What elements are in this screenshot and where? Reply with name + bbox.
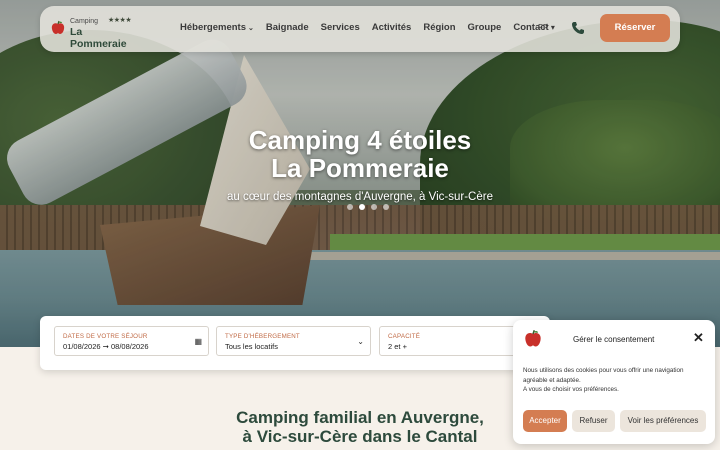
main-menu: Hébergements ⌄ Baignade Services Activité…: [180, 22, 549, 36]
accommodation-type-select[interactable]: Type d'hébergement Tous les locatifs ⌄: [216, 326, 371, 356]
menu-item-activites[interactable]: Activités: [372, 22, 412, 36]
apple-icon: [525, 330, 541, 347]
preferences-button[interactable]: Voir les préférences: [620, 410, 706, 432]
chevron-down-icon: ⌄: [248, 25, 254, 32]
dates-field[interactable]: Dates de votre séjour 01/08/2026 ➞ 08/08…: [54, 326, 209, 356]
reserve-button[interactable]: Réserver: [600, 14, 670, 42]
section-title: Camping familial en Auvergne, à Vic-sur-…: [236, 408, 484, 446]
cookie-consent-dialog: Gérer le consentement ✕ Nous utilisons d…: [513, 320, 715, 444]
menu-item-services[interactable]: Services: [321, 22, 360, 36]
logo-subtitle: Camping: [70, 18, 99, 25]
capacity-value: 2 et +: [388, 342, 407, 351]
logo-stars: ★★★★: [108, 17, 132, 24]
carousel-dot-active[interactable]: [359, 204, 365, 210]
apple-icon: [51, 20, 65, 34]
consent-title: Gérer le consentement: [573, 335, 655, 344]
accept-button[interactable]: Accepter: [523, 410, 567, 432]
carousel-dot[interactable]: [383, 204, 389, 210]
capacity-label: Capacité: [388, 333, 421, 340]
hero-banner: Camping 4 étoiles La Pommeraie au cœur d…: [0, 0, 720, 347]
top-navbar: Camping ★★★★ La Pommeraie Hébergements ⌄ …: [40, 6, 680, 52]
carousel-dot[interactable]: [371, 204, 377, 210]
language-selector[interactable]: FR ▾: [538, 23, 555, 32]
hero-title: Camping 4 étoiles La Pommeraie: [248, 125, 472, 183]
phone-icon[interactable]: [571, 21, 585, 35]
site-logo[interactable]: Camping ★★★★ La Pommeraie: [50, 16, 140, 50]
menu-item-hebergements[interactable]: Hébergements ⌄: [180, 22, 254, 36]
calendar-icon: ▦: [194, 337, 202, 346]
booking-search-bar: Dates de votre séjour 01/08/2026 ➞ 08/08…: [40, 316, 550, 370]
accommodation-type-value: Tous les locatifs: [225, 342, 278, 351]
dates-label: Dates de votre séjour: [63, 333, 148, 340]
logo-title: La Pommeraie: [70, 26, 127, 50]
menu-item-region[interactable]: Région: [423, 22, 455, 36]
menu-item-baignade[interactable]: Baignade: [266, 22, 309, 36]
dates-value: 01/08/2026 ➞ 08/08/2026: [63, 342, 149, 351]
hero-subtitle: au cœur des montagnes d'Auvergne, à Vic-…: [227, 191, 493, 203]
accommodation-type-label: Type d'hébergement: [225, 333, 300, 340]
chevron-down-icon: ⌄: [357, 337, 364, 346]
carousel-dots: [347, 204, 407, 214]
consent-text: Nous utilisons des cookies pour vous off…: [523, 367, 684, 393]
refuse-button[interactable]: Refuser: [572, 410, 615, 432]
carousel-dot[interactable]: [347, 204, 353, 210]
close-icon[interactable]: ✕: [693, 331, 704, 344]
menu-item-groupe[interactable]: Groupe: [468, 22, 502, 36]
